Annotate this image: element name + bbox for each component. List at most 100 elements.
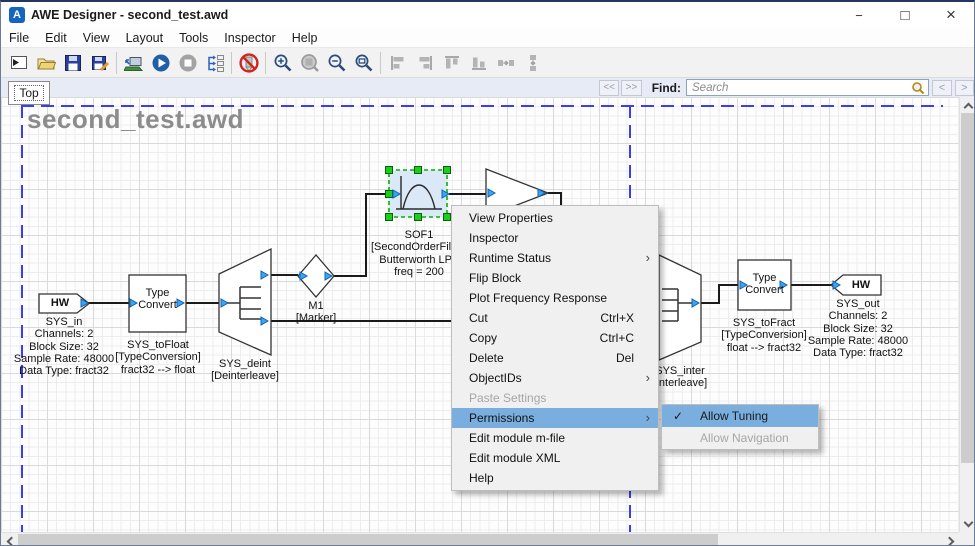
- m1-label: M1[Marker]: [276, 300, 356, 325]
- horizontal-scrollbar[interactable]: [1, 532, 959, 546]
- submenu-item-allow-navigation: Allow Navigation: [662, 427, 818, 449]
- checkmark-icon: ✓: [673, 405, 683, 427]
- tab-top[interactable]: Top: [8, 81, 50, 105]
- menu-inspector[interactable]: Inspector: [216, 31, 283, 45]
- save-as-button[interactable]: [86, 50, 113, 76]
- sys-out-label: SYS_outChannels: 2 Block Size: 32Sample …: [793, 298, 923, 359]
- stop-icon: [178, 53, 198, 73]
- menu-item-runtime-status[interactable]: Runtime Status›: [452, 248, 658, 268]
- sys-tofloat-shape-label: Type Convert: [130, 287, 185, 311]
- titlebar: A AWE Designer - second_test.awd − □ ×: [1, 2, 974, 28]
- toolbar-separator: [231, 52, 232, 74]
- save-button[interactable]: [59, 50, 86, 76]
- submenu-arrow-icon: ›: [646, 368, 650, 388]
- menu-item-inspector[interactable]: Inspector: [452, 228, 658, 248]
- find-label: Find:: [652, 81, 681, 95]
- align-right-button[interactable]: [411, 50, 438, 76]
- menu-layout[interactable]: Layout: [118, 31, 172, 45]
- vertical-scrollbar[interactable]: [959, 97, 975, 532]
- vertical-scrollbar-thumb[interactable]: [961, 113, 975, 463]
- search-input[interactable]: [686, 79, 929, 96]
- close-button[interactable]: ×: [928, 2, 974, 28]
- minimize-button[interactable]: −: [836, 2, 882, 28]
- tab-top-label: Top: [15, 86, 42, 100]
- connect-target-icon: [124, 53, 144, 73]
- menu-item-delete[interactable]: DeleteDel: [452, 348, 658, 368]
- menu-item-view-properties[interactable]: View Properties: [452, 208, 658, 228]
- connect-horizontal-icon: [496, 53, 516, 73]
- menu-item-plot-frequency-response[interactable]: Plot Frequency Response: [452, 288, 658, 308]
- workspace: second_test.awd: [1, 97, 975, 546]
- submenu-arrow-icon: ›: [646, 248, 650, 268]
- scroll-down-icon[interactable]: [960, 516, 975, 532]
- sys-tofract-shape-label: Type Convert: [739, 272, 790, 296]
- save-as-icon: [90, 53, 110, 73]
- run-button[interactable]: [147, 50, 174, 76]
- propagate-changes-button[interactable]: [201, 50, 228, 76]
- align-right-icon: [415, 53, 435, 73]
- app-logo-icon: A: [9, 7, 25, 23]
- scroll-up-icon[interactable]: [960, 97, 975, 113]
- connect-target-button[interactable]: [120, 50, 147, 76]
- menu-edit[interactable]: Edit: [37, 31, 75, 45]
- align-bottom-button[interactable]: [465, 50, 492, 76]
- sys-in-shape-label: HW: [39, 297, 81, 309]
- scrollbar-corner: [959, 532, 975, 546]
- new-file-icon: [9, 53, 29, 73]
- submenu-item-allow-tuning[interactable]: ✓ Allow Tuning: [662, 405, 818, 427]
- menu-item-copy[interactable]: CopyCtrl+C: [452, 328, 658, 348]
- shortcut-label: Del: [616, 348, 634, 368]
- find-rewind-button[interactable]: <<: [599, 80, 619, 96]
- menu-tools[interactable]: Tools: [171, 31, 216, 45]
- menu-item-cut[interactable]: CutCtrl+X: [452, 308, 658, 328]
- maximize-button[interactable]: □: [882, 2, 928, 28]
- no-edit-button[interactable]: [235, 50, 262, 76]
- window-title: AWE Designer - second_test.awd: [31, 8, 228, 22]
- block-sys-inter[interactable]: [659, 255, 701, 360]
- menu-item-paste-settings: Paste Settings: [452, 388, 658, 408]
- connect-vertical-button[interactable]: [519, 50, 546, 76]
- toolbar-separator: [380, 52, 381, 74]
- align-top-button[interactable]: [438, 50, 465, 76]
- zoom-in-button[interactable]: [269, 50, 296, 76]
- zoom-out-button[interactable]: [323, 50, 350, 76]
- stop-button[interactable]: [174, 50, 201, 76]
- awe-designer-window: A AWE Designer - second_test.awd − □ × F…: [0, 0, 975, 546]
- horizontal-scrollbar-thumb[interactable]: [18, 534, 718, 546]
- zoom-in-icon: [273, 53, 293, 73]
- toolbar-separator: [116, 52, 117, 74]
- sys-out-shape-label: HW: [841, 279, 881, 291]
- new-file-button[interactable]: [5, 50, 32, 76]
- scroll-right-icon[interactable]: [943, 533, 959, 546]
- menu-item-objectids[interactable]: ObjectIDs›: [452, 368, 658, 388]
- find-prev-button[interactable]: <: [932, 80, 951, 96]
- menu-item-flip-block[interactable]: Flip Block: [452, 268, 658, 288]
- toolbar-separator: [265, 52, 266, 74]
- open-file-button[interactable]: [32, 50, 59, 76]
- zoom-out-icon: [327, 53, 347, 73]
- menubar: File Edit View Layout Tools Inspector He…: [1, 28, 974, 48]
- zoom-selection-button[interactable]: [296, 50, 323, 76]
- menu-item-edit-module-xml[interactable]: Edit module XML: [452, 448, 658, 468]
- run-icon: [151, 53, 171, 73]
- sys-deint-label: SYS_deint[Deinterleave]: [195, 358, 295, 383]
- zoom-selection-icon: [300, 53, 320, 73]
- menu-file[interactable]: File: [1, 31, 37, 45]
- menu-item-permissions[interactable]: Permissions›: [452, 408, 658, 428]
- find-next-button[interactable]: >: [955, 80, 974, 96]
- connect-horizontal-button[interactable]: [492, 50, 519, 76]
- find-forward-button[interactable]: >>: [621, 80, 641, 96]
- scroll-left-icon[interactable]: [1, 533, 17, 546]
- submenu-arrow-icon: ›: [646, 408, 650, 428]
- menu-view[interactable]: View: [75, 31, 118, 45]
- menu-item-edit-module-m-file[interactable]: Edit module m-file: [452, 428, 658, 448]
- menu-help[interactable]: Help: [284, 31, 326, 45]
- connect-vertical-icon: [523, 53, 543, 73]
- design-canvas[interactable]: second_test.awd: [1, 97, 959, 532]
- zoom-fit-button[interactable]: [350, 50, 377, 76]
- context-menu: View Properties Inspector Runtime Status…: [451, 205, 659, 491]
- align-left-button[interactable]: [384, 50, 411, 76]
- shortcut-label: Ctrl+C: [600, 328, 634, 348]
- menu-item-help[interactable]: Help: [452, 468, 658, 488]
- align-left-icon: [388, 53, 408, 73]
